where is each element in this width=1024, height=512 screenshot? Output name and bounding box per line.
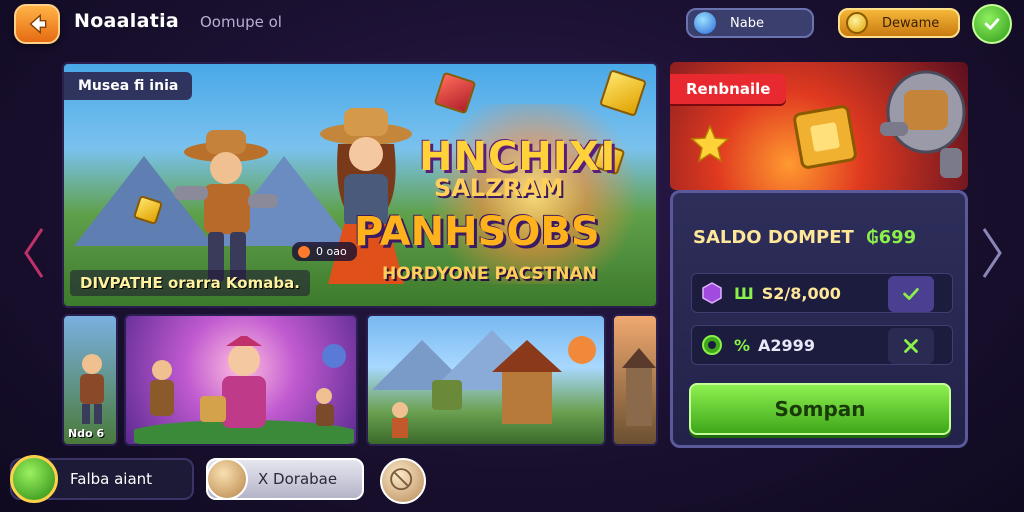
shield-icon [10, 455, 58, 503]
promo-banner[interactable]: Renbnaile [670, 62, 968, 190]
bottom-profile-label: Falba aiant [70, 470, 153, 488]
check-icon [984, 18, 1000, 30]
wallet-balance-amount: 699 [878, 227, 917, 248]
wallet-title: SALDO DOMPET ₲699 [693, 227, 916, 248]
thumbnail-label: Ndo 6 [68, 427, 105, 440]
check-icon [903, 288, 919, 300]
close-icon [904, 339, 918, 353]
news-icon [694, 12, 716, 34]
banner-caption: DIVPATHE orarra Komaba. [70, 270, 310, 296]
bottom-profile-button[interactable]: Falba aiant [10, 455, 194, 503]
wallet-row-value: % A2999 [734, 336, 815, 355]
ball-icon [390, 468, 413, 491]
coins-button[interactable]: Dewame [838, 8, 960, 38]
fire-icon [298, 245, 310, 258]
cowboy-hero-image [174, 130, 278, 282]
promo-tag: Renbnaile [670, 74, 787, 104]
banner-chip-label: 0 oao [316, 245, 347, 258]
purple-gem-icon [702, 282, 722, 304]
banner-tag: Musea fi inia [64, 72, 193, 100]
app-title: Noaalatia [74, 10, 180, 32]
cash-icon: ₲ [866, 227, 879, 248]
top-bar: Noaalatia Oomupe ol Nabe Dewame [0, 0, 1024, 48]
banner-title: PANHSOBS [354, 209, 600, 255]
green-gear-icon [702, 335, 722, 355]
featured-banner[interactable]: Musea fi inia HNCHIXI SALZRAM PANHSOBS H… [62, 62, 658, 308]
select-button[interactable] [888, 276, 934, 312]
settings-button[interactable] [380, 458, 426, 504]
bottom-secondary-label: X Dorabae [258, 470, 338, 488]
wallet-row-value: Ш S2/8,000 [734, 284, 841, 303]
thumbnail-card[interactable] [124, 314, 358, 446]
warrior-thumbnail-image [80, 354, 104, 424]
wallet-title-label: SALDO DOMPET [693, 227, 854, 248]
banner-chip: 0 oao [292, 242, 357, 261]
buy-button[interactable]: Sompan [689, 383, 951, 435]
thumbnail-card[interactable]: Ndo 6 [62, 314, 118, 446]
carousel-next-button[interactable] [978, 225, 1006, 281]
wallet-row[interactable]: % A2999 [691, 325, 953, 365]
wallet-row-prefix: Ш [734, 283, 754, 303]
thumbnail-card[interactable] [366, 314, 606, 446]
remove-button[interactable] [888, 328, 934, 364]
star-badge-icon [206, 458, 248, 500]
star-icon [690, 124, 730, 163]
thumbnail-card[interactable] [612, 314, 658, 446]
app-subtitle: Oomupe ol [200, 13, 282, 31]
banner-tagline: HORDYONE PACSTNAN [382, 264, 597, 284]
news-label: Nabe [730, 15, 764, 31]
bottom-secondary-button[interactable]: X Dorabae [206, 458, 364, 500]
treasure-crate-icon [793, 105, 857, 169]
wallet-row-amount: A2999 [758, 335, 815, 355]
wallet-balance: ₲699 [866, 227, 916, 248]
heroes-thumbnail-image [134, 336, 354, 444]
wallet-row-amount: S2/8,000 [761, 283, 841, 303]
arrow-left-icon [29, 13, 47, 35]
chevron-left-icon [24, 228, 44, 278]
coins-label: Dewame [882, 15, 940, 31]
wallet-panel: SALDO DOMPET ₲699 Ш S2/8,000 % A2999 Som… [670, 190, 968, 448]
wallet-row-prefix: % [734, 335, 751, 355]
village-thumbnail-image [372, 330, 596, 438]
confirm-button[interactable] [972, 4, 1012, 44]
back-button[interactable] [14, 4, 60, 44]
coin-icon [846, 12, 868, 34]
carousel-prev-button[interactable] [20, 225, 48, 281]
banner-subheadline: SALZRAM [434, 174, 564, 202]
armor-icon [880, 70, 966, 178]
news-button[interactable]: Nabe [686, 8, 814, 38]
wallet-row[interactable]: Ш S2/8,000 [691, 273, 953, 313]
tower-thumbnail-image [622, 348, 656, 426]
chevron-right-icon [982, 228, 1002, 278]
